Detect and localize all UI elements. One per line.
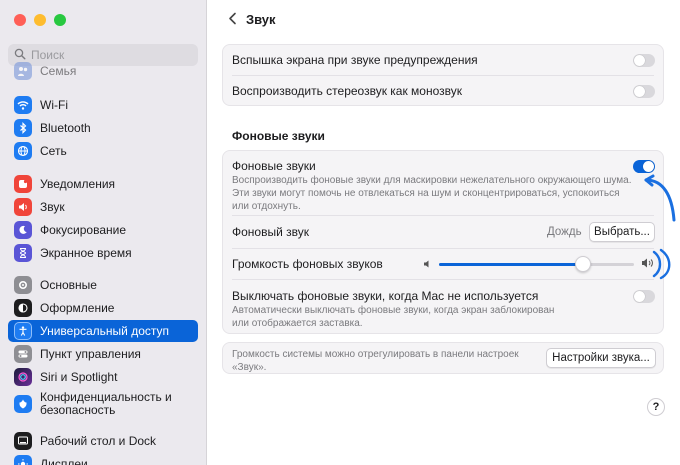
help-button[interactable]: ? bbox=[647, 398, 665, 416]
sidebar-item-wifi[interactable]: Wi-Fi bbox=[8, 94, 198, 116]
wifi-icon bbox=[14, 96, 32, 114]
section-title: Фоновые звуки bbox=[232, 129, 325, 143]
sound-icon bbox=[14, 198, 32, 216]
background-sound-row: Фоновый звук Дождь Выбрать... bbox=[223, 216, 665, 248]
disable-when-idle-toggle[interactable] bbox=[633, 290, 655, 303]
bluetooth-icon bbox=[14, 119, 32, 137]
sidebar-item-label: Wi-Fi bbox=[40, 98, 68, 112]
sidebar-item-accessibility[interactable]: Универсальный доступ bbox=[8, 320, 198, 342]
mono-audio-toggle[interactable] bbox=[633, 85, 655, 98]
disable-when-idle-description: Автоматически выключать фоновые звуки, к… bbox=[232, 305, 555, 329]
sidebar-item-label: Оформление bbox=[40, 301, 115, 315]
volume-slider-knob[interactable] bbox=[575, 256, 592, 272]
mono-audio-label: Воспроизводить стереозвук как монозвук bbox=[232, 84, 463, 98]
system-volume-card: Громкость системы можно отрегулировать в… bbox=[222, 342, 664, 374]
settings-pane: Звук Вспышка экрана при звуке предупрежд… bbox=[208, 0, 680, 465]
volume-label: Громкость фоновых звуков bbox=[232, 257, 383, 271]
sidebar-item-label: Звук bbox=[40, 200, 65, 214]
sidebar-item-desktop-dock[interactable]: Рабочий стол и Dock bbox=[8, 430, 198, 452]
control-center-icon bbox=[14, 345, 32, 363]
mono-audio-row: Воспроизводить стереозвук как монозвук bbox=[223, 76, 665, 106]
background-sounds-card: Фоновые звуки Воспроизводить фоновые зву… bbox=[222, 150, 664, 334]
sidebar-item-focus[interactable]: Фокусирование bbox=[8, 219, 198, 241]
desktop-dock-icon bbox=[14, 432, 32, 450]
system-volume-note: Громкость системы можно отрегулировать в… bbox=[232, 349, 519, 373]
page-title: Звук bbox=[246, 12, 276, 27]
sidebar-item-label: Siri и Spotlight bbox=[40, 370, 118, 384]
zoom-window-button[interactable] bbox=[54, 14, 66, 26]
sidebar-item-displays[interactable]: Дисплеи bbox=[8, 453, 198, 465]
family-icon bbox=[14, 62, 32, 80]
notifications-icon bbox=[14, 175, 32, 193]
flash-screen-label: Вспышка экрана при звуке предупреждения bbox=[232, 53, 478, 67]
sidebar-item-label: Bluetooth bbox=[40, 121, 91, 135]
sidebar-item-label: Экранное время bbox=[40, 246, 132, 260]
background-sounds-description: Воспроизводить фоновые звуки для маскиро… bbox=[232, 175, 632, 212]
flash-screen-toggle[interactable] bbox=[633, 54, 655, 67]
close-window-button[interactable] bbox=[14, 14, 26, 26]
sidebar-item-label: Семья bbox=[40, 64, 77, 78]
background-sound-label: Фоновый звук bbox=[232, 225, 309, 239]
minimize-window-button[interactable] bbox=[34, 14, 46, 26]
system-settings-window: Семья Wi-Fi Bluetooth Сеть bbox=[0, 0, 680, 465]
sidebar-item-bluetooth[interactable]: Bluetooth bbox=[8, 117, 198, 139]
sidebar-item-notifications[interactable]: Уведомления bbox=[8, 173, 198, 195]
disable-when-idle-row: Выключать фоновые звуки, когда Mac не ис… bbox=[223, 280, 665, 334]
network-icon bbox=[14, 142, 32, 160]
sound-settings-button[interactable]: Настройки звука... bbox=[546, 348, 656, 368]
speaker-low-icon bbox=[423, 258, 433, 272]
displays-icon bbox=[14, 455, 32, 465]
general-icon bbox=[14, 276, 32, 294]
sidebar-item-label: Дисплеи bbox=[40, 457, 88, 465]
focus-icon bbox=[14, 221, 32, 239]
volume-row: Громкость фоновых звуков bbox=[223, 249, 665, 279]
sidebar-item-label: Фокусирование bbox=[40, 223, 127, 237]
background-sound-value: Дождь bbox=[547, 226, 582, 238]
disable-when-idle-label: Выключать фоновые звуки, когда Mac не ис… bbox=[232, 289, 539, 303]
background-sounds-row: Фоновые звуки Воспроизводить фоновые зву… bbox=[223, 151, 665, 215]
sidebar-item-label: Пункт управления bbox=[40, 347, 141, 361]
background-sounds-label: Фоновые звуки bbox=[232, 159, 316, 173]
annotation-waves-icon bbox=[652, 248, 671, 280]
flash-screen-row: Вспышка экрана при звуке предупреждения bbox=[223, 45, 665, 75]
sidebar: Семья Wi-Fi Bluetooth Сеть bbox=[0, 0, 207, 465]
sidebar-item-screen-time[interactable]: Экранное время bbox=[8, 242, 198, 264]
sidebar-item-label: Сеть bbox=[40, 144, 67, 158]
sidebar-item-label: Конфиденциальность и безопасность bbox=[40, 390, 172, 417]
pane-header: Звук bbox=[208, 0, 680, 40]
sidebar-item-label: Уведомления bbox=[40, 177, 116, 191]
sidebar-item-control-center[interactable]: Пункт управления bbox=[8, 343, 198, 365]
sidebar-item-label: Рабочий стол и Dock bbox=[40, 434, 157, 448]
window-controls bbox=[14, 14, 66, 26]
audio-options-card: Вспышка экрана при звуке предупреждения … bbox=[222, 44, 664, 106]
chevron-left-icon bbox=[228, 12, 237, 28]
accessibility-icon bbox=[14, 322, 32, 340]
sidebar-item-privacy[interactable]: Конфиденциальность и безопасность bbox=[8, 388, 198, 420]
sidebar-item-siri-spotlight[interactable]: Siri и Spotlight bbox=[8, 366, 198, 388]
volume-slider-fill bbox=[439, 263, 584, 266]
sidebar-item-label: Основные bbox=[40, 278, 97, 292]
privacy-icon bbox=[14, 395, 32, 413]
appearance-icon bbox=[14, 299, 32, 317]
annotation-arrow-icon bbox=[644, 174, 676, 222]
sidebar-item-network[interactable]: Сеть bbox=[8, 140, 198, 162]
sidebar-item-label: Универсальный доступ bbox=[40, 324, 170, 338]
siri-icon bbox=[14, 368, 32, 386]
sidebar-item-sound[interactable]: Звук bbox=[8, 196, 198, 218]
screen-time-icon bbox=[14, 244, 32, 262]
sidebar-item-family[interactable]: Семья bbox=[8, 60, 198, 82]
back-button[interactable] bbox=[224, 12, 240, 28]
volume-slider[interactable] bbox=[439, 256, 634, 272]
sidebar-item-general[interactable]: Основные bbox=[8, 274, 198, 296]
sidebar-item-appearance[interactable]: Оформление bbox=[8, 297, 198, 319]
